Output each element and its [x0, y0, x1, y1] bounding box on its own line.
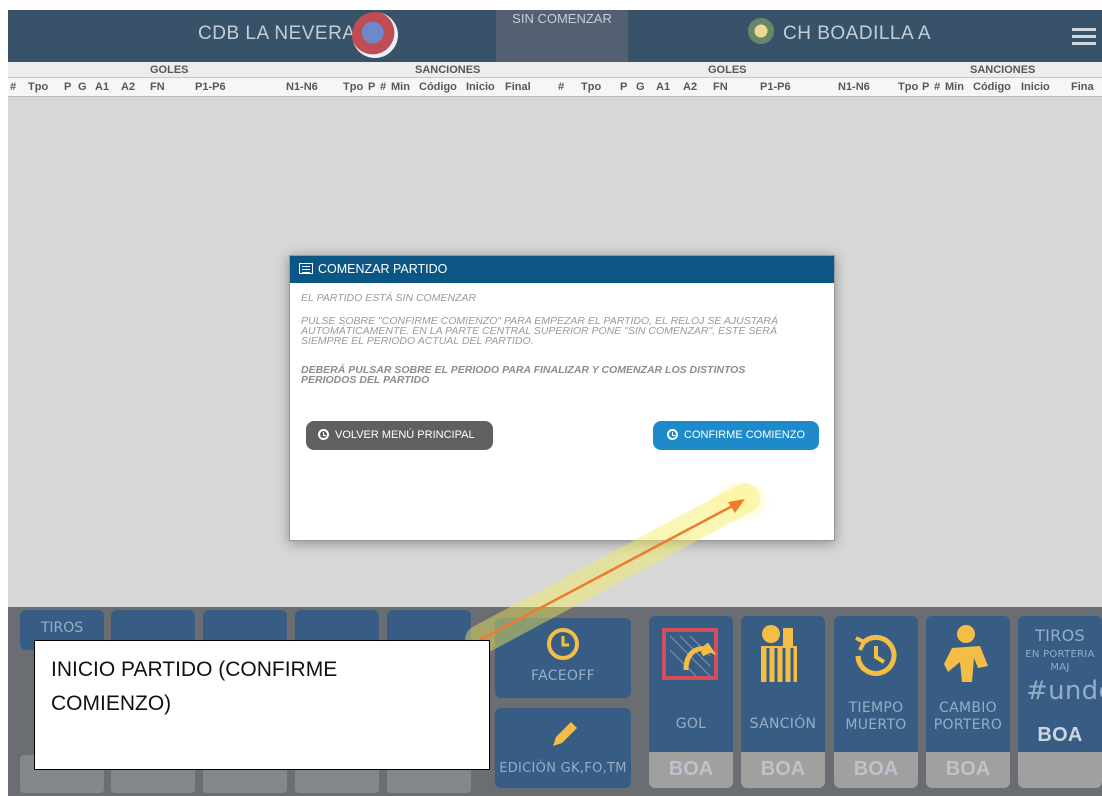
annotation-line-1: INICIO PARTIDO (CONFIRME [51, 658, 338, 681]
clock-icon [667, 429, 678, 440]
dialog-period-note: DEBERÁ PULSAR SOBRE EL PERIODO PARA FINA… [301, 364, 746, 386]
volver-label: VOLVER MENÚ PRINCIPAL [335, 429, 475, 441]
comenzar-partido-dialog: COMENZAR PARTIDO EL PARTIDO ESTÁ SIN COM… [289, 255, 835, 541]
confirme-label: CONFIRME COMIENZO [684, 429, 805, 441]
form-icon [299, 263, 313, 274]
dialog-title: COMENZAR PARTIDO [318, 262, 448, 276]
confirme-comienzo-button[interactable]: CONFIRME COMIENZO [653, 421, 819, 450]
clock-icon [318, 429, 329, 440]
dialog-header: COMENZAR PARTIDO [290, 256, 834, 283]
volver-menu-principal-button[interactable]: VOLVER MENÚ PRINCIPAL [306, 421, 493, 450]
dialog-instructions-text: PULSE SOBRE "CONFIRME COMIENZO" PARA EMP… [301, 315, 778, 347]
annotation-callout: INICIO PARTIDO (CONFIRME COMIENZO) [34, 640, 490, 770]
dialog-status-text: EL PARTIDO ESTÁ SIN COMENZAR [301, 292, 477, 304]
annotation-line-2: COMIENZO) [51, 692, 172, 715]
